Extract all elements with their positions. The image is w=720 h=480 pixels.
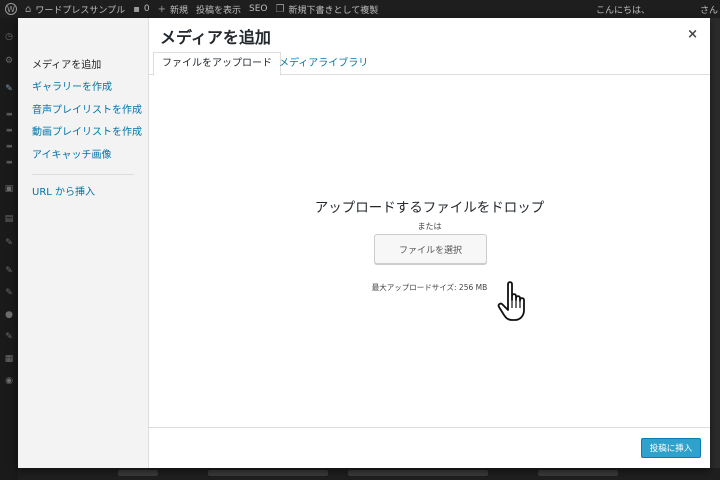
tools-icon[interactable]: ✎ xyxy=(4,332,14,342)
greeting-text: こんにちは、 xyxy=(596,5,651,16)
background-post-list xyxy=(18,468,720,480)
duplicate-draft-link[interactable]: ❐ 新規下書きとして複製 xyxy=(276,3,379,16)
plus-icon: + xyxy=(157,3,166,15)
modal-title: メディアを追加 xyxy=(160,28,271,47)
pin-icon[interactable]: ✎ xyxy=(4,238,14,248)
admin-side-menu: ◷ ⚙ ✎ ▬ ▬ ▬ ▬ ▣ ▤ ✎ ✎ ✎ ● ✎ ▦ ◉ xyxy=(0,18,18,480)
media-menu: メディアを追加 ギャラリーを作成 音声プレイリストを作成 動画プレイリストを作成… xyxy=(18,18,149,468)
or-label: または xyxy=(417,222,442,231)
submenu-line: ▬ xyxy=(6,142,13,150)
wordpress-logo-icon[interactable]: W xyxy=(5,3,17,15)
view-post-link[interactable]: 投稿を表示 xyxy=(196,3,241,16)
insert-into-post-button[interactable]: 投稿に挿入 xyxy=(641,438,701,458)
plugins-icon[interactable]: ✎ xyxy=(4,288,14,298)
tab-upload-files[interactable]: ファイルをアップロード xyxy=(153,52,281,76)
submenu-line: ▬ xyxy=(6,158,13,166)
dashboard-icon[interactable]: ◷ xyxy=(4,32,14,42)
collapse-icon[interactable]: ◉ xyxy=(4,376,14,386)
menu-item-video-playlist[interactable]: 動画プレイリストを作成 xyxy=(18,122,148,144)
select-files-button[interactable]: ファイルを選択 xyxy=(374,234,487,264)
hand-pointer-icon xyxy=(497,281,525,321)
media-modal: メディアを追加 ギャラリーを作成 音声プレイリストを作成 動画プレイリストを作成… xyxy=(18,18,710,468)
admin-bar: W ⌂ ワードプレスサンプル ▪ 0 + 新規 投稿を表示 SEO ❐ 新規下書きとして… xyxy=(0,0,720,18)
menu-item-insert-from-url[interactable]: URL から挿入 xyxy=(18,182,148,204)
comments-link[interactable]: ▪ 0 xyxy=(133,4,150,15)
pages-icon[interactable]: ▤ xyxy=(4,214,14,224)
home-icon: ⌂ xyxy=(25,3,32,15)
media-icon[interactable]: ▣ xyxy=(4,184,14,194)
seo-link[interactable]: SEO xyxy=(249,4,267,14)
media-toolbar: 投稿に挿入 xyxy=(149,427,710,468)
tab-media-library[interactable]: メディアライブラリ xyxy=(270,52,377,75)
posts-pin-icon[interactable]: ✎ xyxy=(4,84,14,94)
media-router-tabs: ファイルをアップロード メディアライブラリ xyxy=(149,50,710,76)
close-icon[interactable]: × xyxy=(687,27,698,42)
menu-separator xyxy=(32,173,134,175)
submenu-line: ▬ xyxy=(6,110,13,118)
menu-item-audio-playlist[interactable]: 音声プレイリストを作成 xyxy=(18,100,148,122)
comment-icon: ▪ xyxy=(133,3,140,15)
menu-item-create-gallery[interactable]: ギャラリーを作成 xyxy=(18,77,148,99)
new-content-link[interactable]: + 新規 xyxy=(158,3,188,16)
submenu-line: ▬ xyxy=(6,126,13,134)
menu-item-featured-image[interactable]: アイキャッチ画像 xyxy=(18,145,148,167)
appearance-icon[interactable]: ✎ xyxy=(4,266,14,276)
user-account-link[interactable]: さん xyxy=(700,0,718,18)
copy-icon: ❐ xyxy=(275,3,285,15)
drop-instructions: アップロードするファイルをドロップ xyxy=(314,200,545,216)
users-icon[interactable]: ● xyxy=(4,310,14,320)
settings-icon[interactable]: ▦ xyxy=(4,354,14,364)
upload-drop-zone[interactable]: アップロードするファイルをドロップ または ファイルを選択 最大アップロードサイ… xyxy=(149,75,710,427)
max-upload-size: 最大アップロードサイズ: 256 MB xyxy=(371,283,488,292)
jetpack-icon[interactable]: ⚙ xyxy=(4,56,14,66)
menu-item-add-media[interactable]: メディアを追加 xyxy=(18,55,148,77)
site-name-link[interactable]: ⌂ ワードプレスサンプル xyxy=(25,3,125,16)
